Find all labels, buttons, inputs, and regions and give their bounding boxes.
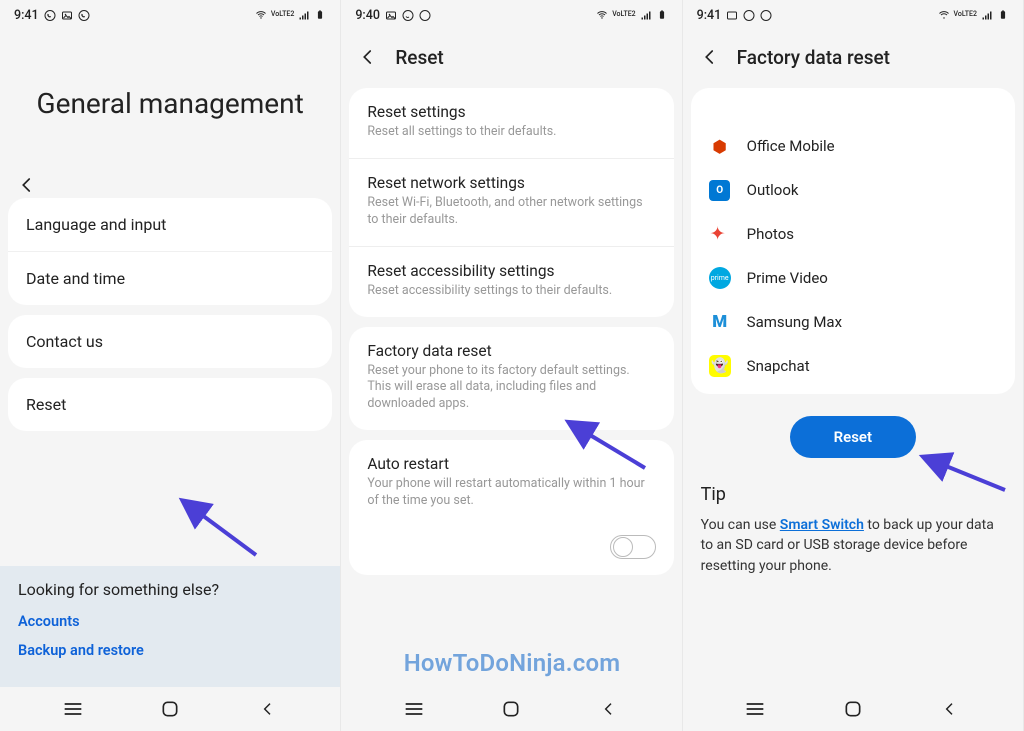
photos-icon: [709, 223, 731, 245]
page-title: Reset: [395, 46, 443, 69]
battery-icon: [656, 9, 668, 21]
battery-icon: [997, 9, 1009, 21]
volte-icon: VoLTE2: [954, 12, 977, 18]
link-backup-restore[interactable]: Backup and restore: [18, 642, 322, 659]
reset-button[interactable]: Reset: [790, 416, 916, 458]
volte-icon: VoLTE2: [271, 12, 294, 18]
tip-text-before: You can use: [701, 517, 780, 533]
signal-icon: [981, 9, 993, 21]
row-desc: Reset all settings to their defaults.: [367, 124, 655, 141]
row-date-time[interactable]: Date and time: [8, 252, 332, 305]
smart-switch-link[interactable]: Smart Switch: [780, 517, 864, 533]
app-name: Outlook: [747, 181, 799, 199]
office-icon: ⬢: [709, 135, 731, 157]
nav-back[interactable]: [248, 698, 288, 720]
tip-section: Tip You can use Smart Switch to back up …: [683, 480, 1023, 576]
row-desc: Your phone will restart automatically wi…: [367, 476, 655, 510]
looking-for-title: Looking for something else?: [18, 580, 322, 599]
status-bar: 9:40 VoLTE2: [341, 0, 681, 26]
whatsapp-icon-2: [760, 9, 772, 21]
row-reset-settings[interactable]: Reset settings Reset all settings to the…: [349, 88, 673, 159]
app-name: Prime Video: [747, 269, 828, 287]
image-icon: [726, 9, 738, 21]
row-reset-network[interactable]: Reset network settings Reset Wi-Fi, Blue…: [349, 159, 673, 247]
volte-icon: VoLTE2: [612, 12, 635, 18]
wifi-icon: [255, 9, 267, 21]
back-button[interactable]: [697, 44, 723, 70]
row-title: Reset accessibility settings: [367, 262, 655, 280]
samsung-max-icon: M: [709, 311, 731, 333]
signal-icon: [298, 9, 310, 21]
nav-recents[interactable]: [735, 698, 775, 720]
row-desc: Reset your phone to its factory default …: [367, 363, 655, 414]
list-item: 👻 Snapchat: [691, 344, 1015, 388]
whatsapp-icon: [44, 9, 56, 21]
list-item: [691, 94, 1015, 124]
nav-bar: [341, 687, 681, 731]
status-bar: 9:41 VoLTE2: [0, 0, 340, 26]
nav-back[interactable]: [930, 698, 970, 720]
wifi-icon: [596, 9, 608, 21]
screen-factory-data-reset: 9:41 VoLTE2 Factory data reset ⬢ Office …: [683, 0, 1024, 731]
nav-recents[interactable]: [394, 698, 434, 720]
list-item: ⬢ Office Mobile: [691, 124, 1015, 168]
page-title: Factory data reset: [737, 46, 890, 69]
app-name: Photos: [747, 225, 794, 243]
list-item: prime Prime Video: [691, 256, 1015, 300]
back-button[interactable]: [355, 44, 381, 70]
list-item: Photos: [691, 212, 1015, 256]
snapchat-icon: 👻: [709, 355, 731, 377]
image-icon: [61, 9, 73, 21]
nav-home[interactable]: [150, 698, 190, 720]
back-button[interactable]: [0, 166, 340, 198]
list-item: O Outlook: [691, 168, 1015, 212]
battery-icon: [314, 9, 326, 21]
app-name: Office Mobile: [747, 137, 835, 155]
row-desc: Reset accessibility settings to their de…: [367, 283, 655, 300]
wifi-icon: [938, 9, 950, 21]
outlook-icon: O: [709, 179, 731, 201]
row-auto-restart[interactable]: Auto restart Your phone will restart aut…: [349, 440, 673, 527]
row-reset-accessibility[interactable]: Reset accessibility settings Reset acces…: [349, 247, 673, 317]
app-name: Samsung Max: [747, 313, 842, 331]
list-item: M Samsung Max: [691, 300, 1015, 344]
looking-for-section: Looking for something else? Accounts Bac…: [0, 566, 340, 687]
whatsapp-icon-2: [419, 9, 431, 21]
image-icon: [385, 9, 397, 21]
prime-video-icon: prime: [709, 267, 731, 289]
row-title: Reset network settings: [367, 174, 655, 192]
link-accounts[interactable]: Accounts: [18, 613, 322, 630]
row-contact-us[interactable]: Contact us: [8, 315, 332, 368]
app-name: Snapchat: [747, 357, 810, 375]
nav-back[interactable]: [589, 698, 629, 720]
row-factory-data-reset[interactable]: Factory data reset Reset your phone to i…: [349, 327, 673, 431]
row-desc: Reset Wi-Fi, Bluetooth, and other networ…: [367, 195, 655, 229]
app-list: ⬢ Office Mobile O Outlook Photos prime P…: [691, 88, 1015, 394]
whatsapp-icon: [402, 9, 414, 21]
nav-bar: [683, 687, 1023, 731]
app-icon: [709, 98, 731, 120]
status-time: 9:41: [14, 8, 39, 23]
nav-home[interactable]: [491, 698, 531, 720]
nav-home[interactable]: [833, 698, 873, 720]
nav-bar: [0, 687, 340, 731]
screen-general-management: 9:41 VoLTE2 General management Language …: [0, 0, 341, 731]
signal-icon: [640, 9, 652, 21]
row-title: Reset settings: [367, 103, 655, 121]
auto-restart-toggle[interactable]: [610, 535, 656, 559]
status-time: 9:40: [355, 8, 380, 23]
whatsapp-icon: [743, 9, 755, 21]
row-reset[interactable]: Reset: [8, 378, 332, 431]
tip-title: Tip: [701, 484, 1005, 505]
page-title: General management: [0, 26, 340, 166]
whatsapp-icon-2: [78, 9, 90, 21]
row-title: Auto restart: [367, 455, 655, 473]
nav-recents[interactable]: [53, 698, 93, 720]
status-time: 9:41: [697, 8, 722, 23]
tip-text: You can use Smart Switch to back up your…: [701, 515, 1005, 576]
screen-reset: 9:40 VoLTE2 Reset Reset settings Reset a…: [341, 0, 682, 731]
row-title: Factory data reset: [367, 342, 655, 360]
row-language-input[interactable]: Language and input: [8, 198, 332, 252]
status-bar: 9:41 VoLTE2: [683, 0, 1023, 26]
